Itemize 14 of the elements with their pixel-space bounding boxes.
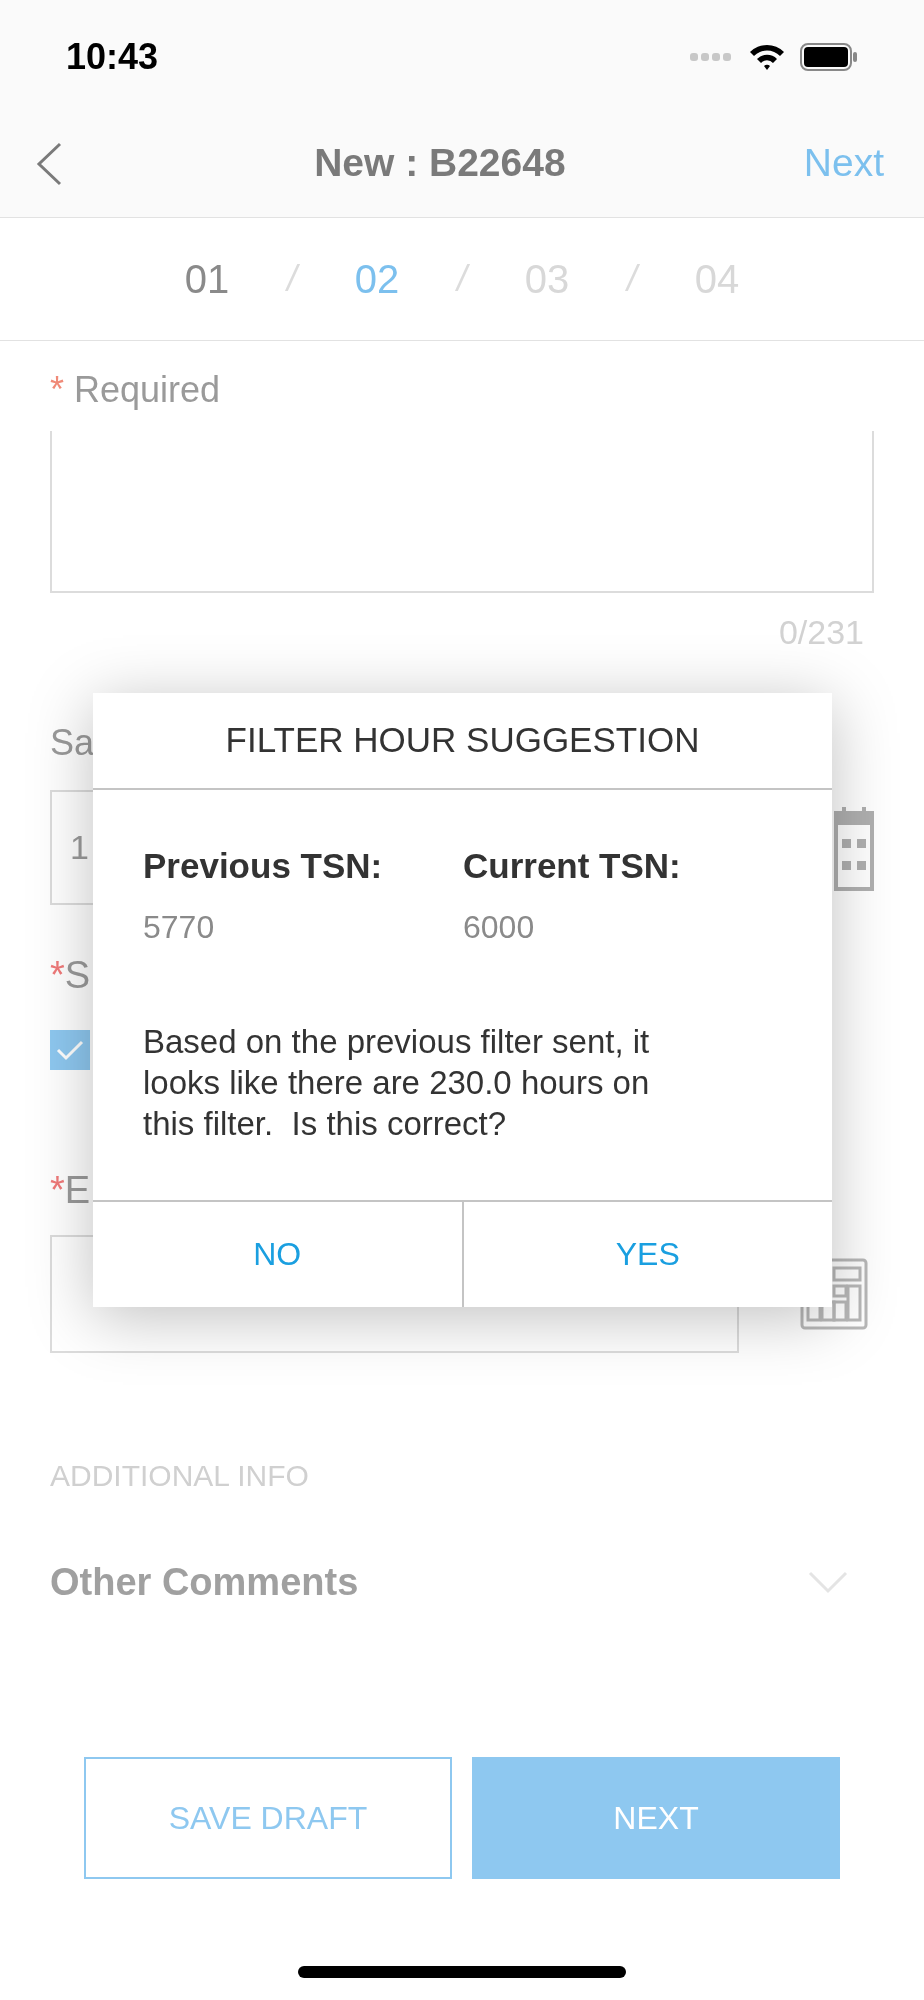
step-number: 01 (183, 256, 231, 303)
field-label: *E (50, 1168, 91, 1213)
field-label: Sa (50, 721, 95, 765)
tsn-value: 5770 (143, 907, 216, 947)
field-label: *S (50, 953, 91, 998)
status-time: 10:43 (66, 35, 159, 79)
step-number: 02 (353, 256, 401, 303)
required-note: * Required (50, 368, 221, 412)
tsn-label: Previous TSN: (143, 845, 384, 887)
tsn-label: Current TSN: (463, 845, 682, 887)
dialog-title: FILTER HOUR SUGGESTION (225, 719, 700, 762)
dialog-message: Based on the previous filter sent, it looks like there are 230.0 hours on this filter. Is this correct? (143, 1021, 651, 1144)
screen-title: New : B22648 (314, 140, 566, 187)
tsn-value: 6000 (463, 907, 536, 947)
